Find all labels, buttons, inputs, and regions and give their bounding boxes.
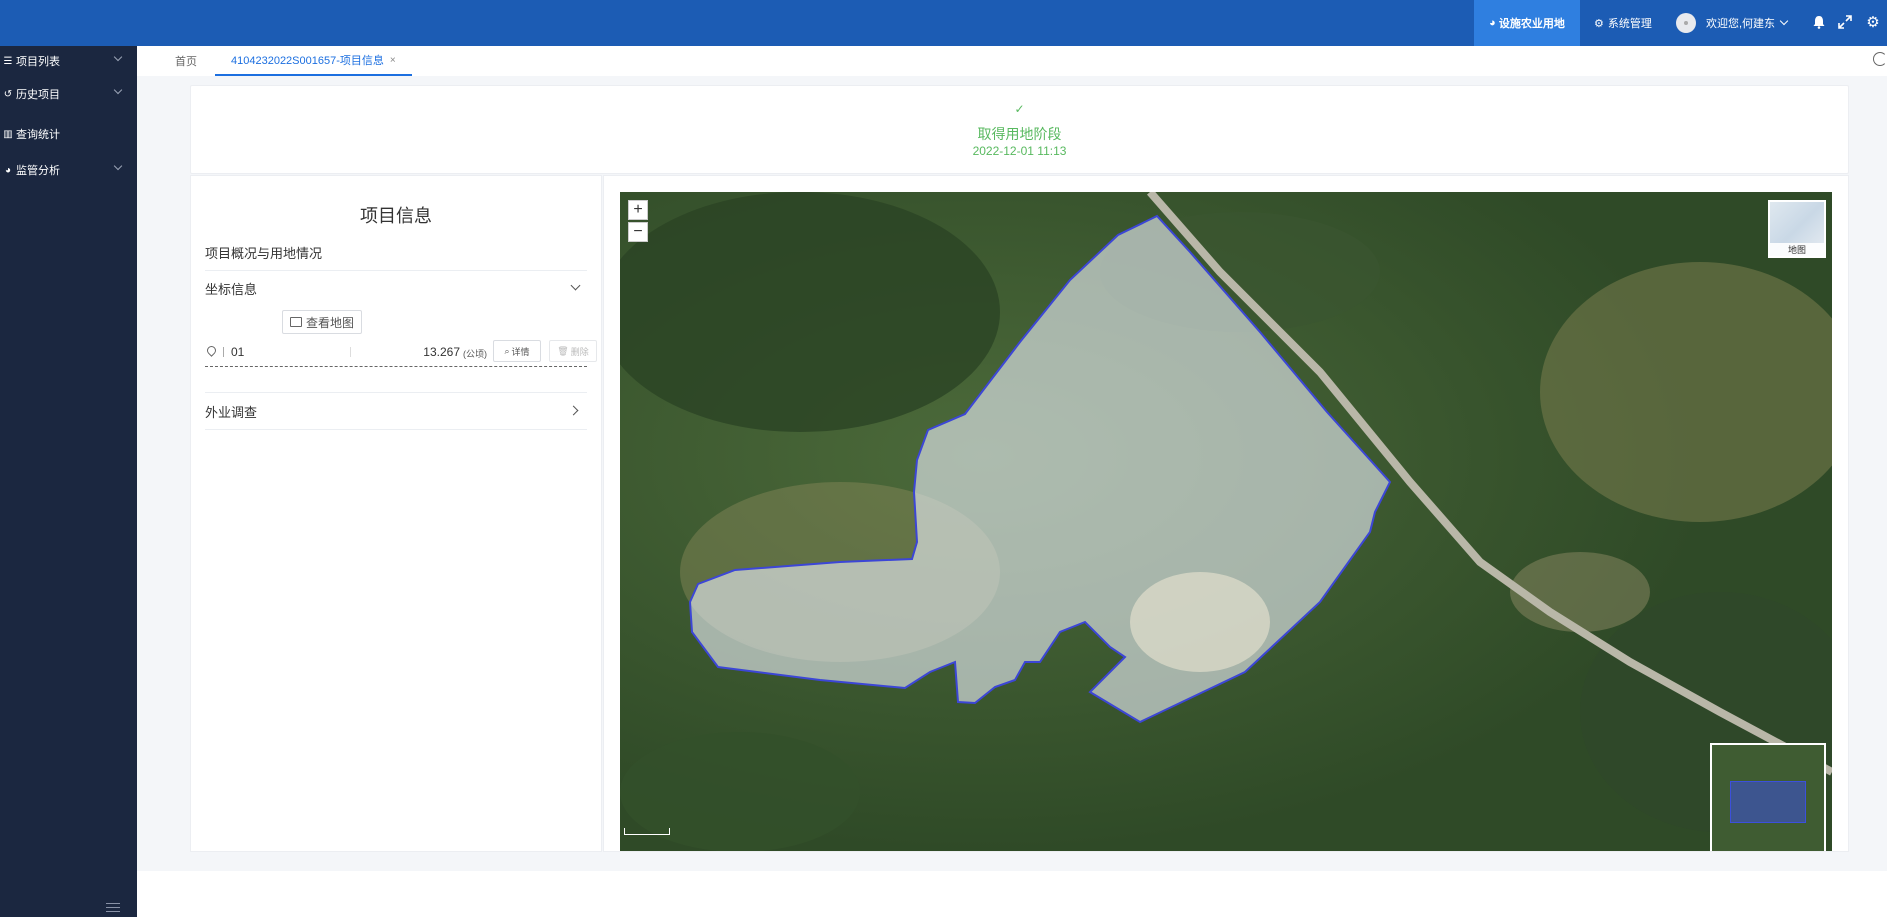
check-icon: ✓	[1014, 102, 1025, 116]
nav-facility-farmland[interactable]: ◕ 设施农业用地	[1474, 0, 1580, 46]
nav-system-management[interactable]: ⚙ 系统管理	[1594, 0, 1652, 46]
overview-extent	[1730, 781, 1806, 823]
view-map-button[interactable]: 查看地图	[282, 310, 362, 334]
project-info-panel: 项目信息 项目概况与用地情况 坐标信息 查看地图 01 13.267 (公顷) …	[190, 175, 602, 852]
detail-button[interactable]: ⌕ 详情	[493, 340, 541, 362]
pie-icon: ◕	[4, 164, 12, 176]
sidebar: ☰ 项目列表 ↺ 历史项目 ▥ 查询统计 ◕ 监管分析	[0, 46, 137, 917]
gear-icon: ⚙	[1594, 17, 1604, 30]
map-panel: + − 地图	[603, 175, 1849, 852]
pie-icon: ◕	[1489, 17, 1496, 29]
sidebar-item-query-stats[interactable]: ▥ 查询统计	[0, 124, 137, 144]
user-menu[interactable]: 欢迎您,何建东	[1676, 0, 1789, 46]
scale-bar	[624, 828, 670, 835]
satellite-imagery	[620, 192, 1832, 851]
collapse-menu-icon[interactable]	[106, 903, 120, 913]
chevron-down-icon	[1779, 16, 1789, 26]
coord-area-unit: (公顷)	[463, 349, 487, 359]
delete-button[interactable]: 🗑 删除	[549, 340, 597, 362]
bell-icon[interactable]	[1810, 13, 1828, 31]
tab-home[interactable]: 首页	[175, 46, 197, 75]
coord-number: 01	[231, 345, 245, 359]
fullscreen-icon[interactable]	[1836, 13, 1854, 31]
overview-map[interactable]	[1710, 743, 1826, 851]
chevron-right-icon	[568, 405, 579, 416]
sidebar-item-history-projects[interactable]: ↺ 历史项目	[0, 84, 137, 104]
panel-title: 项目信息	[360, 206, 432, 226]
chevron-down-icon	[570, 280, 581, 291]
sidebar-item-supervision-analysis[interactable]: ◕ 监管分析	[0, 160, 137, 180]
section-coordinates[interactable]: 坐标信息	[205, 270, 587, 306]
list-icon: ☰	[3, 55, 13, 67]
zoom-out-button[interactable]: −	[628, 222, 648, 242]
search-icon: ⌕	[504, 345, 510, 356]
trash-icon: 🗑	[557, 345, 569, 356]
tab-project-info[interactable]: 4104232022S001657-项目信息 ×	[215, 46, 412, 76]
sidebar-item-project-list[interactable]: ☰ 项目列表	[0, 51, 137, 71]
image-icon	[289, 317, 302, 327]
chevron-down-icon	[113, 85, 123, 95]
satellite-map[interactable]: + − 地图	[620, 192, 1832, 851]
section-overview[interactable]: 项目概况与用地情况	[205, 234, 587, 271]
top-bar: ◕ 设施农业用地 ⚙ 系统管理 欢迎您,何建东 ⚙	[0, 0, 1887, 46]
section-field-survey[interactable]: 外业调查	[205, 392, 587, 430]
chart-icon: ▥	[3, 128, 13, 140]
page-footer-area	[137, 871, 1887, 917]
stage-title: 取得用地阶段	[977, 126, 1062, 142]
tab-bar: 首页 4104232022S001657-项目信息 ×	[137, 46, 1887, 77]
close-icon[interactable]: ×	[390, 55, 396, 66]
chevron-down-icon	[113, 161, 123, 171]
history-icon: ↺	[3, 88, 13, 100]
zoom-in-button[interactable]: +	[628, 200, 648, 220]
stage-time: 2022-12-01 11:13	[972, 144, 1067, 158]
coordinate-row: 01 13.267 (公顷) ⌕ 详情 🗑 删除	[205, 340, 597, 367]
basemap-switch[interactable]: 地图	[1768, 200, 1826, 258]
coord-area: 13.267	[423, 345, 460, 359]
chevron-down-icon	[113, 52, 123, 62]
refresh-icon[interactable]	[1873, 52, 1887, 66]
stage-card: ✓ 取得用地阶段 2022-12-01 11:13	[190, 85, 1849, 174]
location-pin-icon	[205, 344, 218, 357]
avatar	[1676, 13, 1696, 33]
settings-icon[interactable]: ⚙	[1864, 13, 1882, 31]
